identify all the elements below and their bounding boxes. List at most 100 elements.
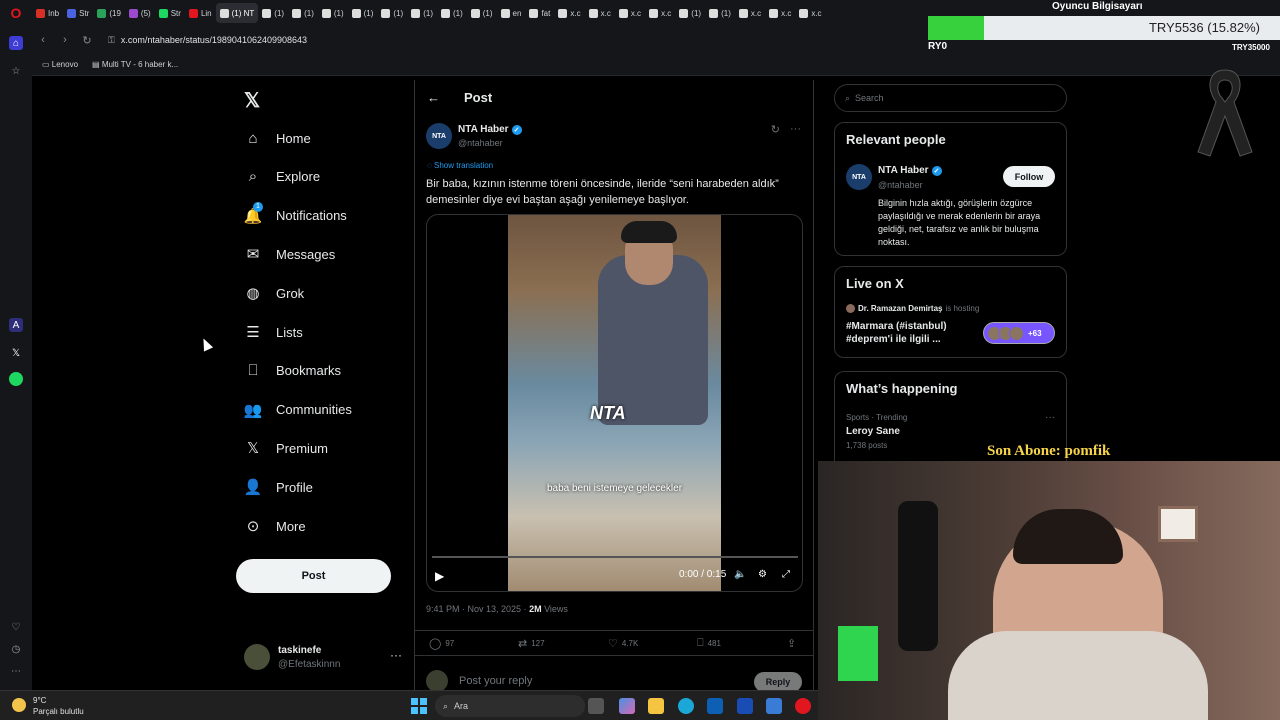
browser-tab[interactable]: Str bbox=[155, 3, 185, 23]
nav-item-more[interactable]: ⊙ More bbox=[244, 514, 306, 538]
back-arrow-icon[interactable]: ← bbox=[427, 90, 440, 105]
browser-tab[interactable]: x.c bbox=[615, 3, 645, 23]
nav-item-grok[interactable]: ◍ Grok bbox=[244, 281, 304, 305]
browser-tab[interactable]: (1) bbox=[348, 3, 378, 23]
weather-widget[interactable]: 9°C Parçalı bulutlu bbox=[12, 695, 84, 717]
nav-item-messages[interactable]: ✉ Messages bbox=[244, 242, 336, 266]
x-app-icon[interactable]: 𝕏 bbox=[9, 346, 23, 360]
heart-icon[interactable]: ♡ bbox=[9, 620, 23, 634]
opera-icon[interactable] bbox=[795, 698, 811, 714]
x-logo-icon[interactable]: 𝕏 bbox=[244, 88, 260, 113]
live-listeners[interactable]: +63 bbox=[983, 322, 1055, 344]
history-icon[interactable]: ◷ bbox=[9, 642, 23, 656]
play-icon[interactable]: ▶ bbox=[435, 569, 444, 583]
browser-tab[interactable]: (1) bbox=[288, 3, 318, 23]
nav-item-profile[interactable]: 👤 Profile bbox=[244, 475, 313, 499]
url-field[interactable]: ⚿ x.com/ntahaber/status/19890410624099086… bbox=[108, 35, 307, 46]
tab-label: (1) bbox=[482, 8, 493, 18]
browser-tab[interactable]: Inb bbox=[32, 3, 63, 23]
follow-button[interactable]: Follow bbox=[1003, 166, 1055, 187]
relevant-handle[interactable]: @ntahaber bbox=[878, 180, 923, 190]
home-icon[interactable]: ⌂ bbox=[9, 36, 23, 50]
browser-tab[interactable]: (1) bbox=[258, 3, 288, 23]
video-progress-bar[interactable] bbox=[432, 556, 798, 558]
relevant-name-row[interactable]: NTA Haber ✓ bbox=[878, 165, 942, 176]
task-view-icon[interactable] bbox=[588, 698, 604, 714]
search-input[interactable]: ⌕ Search bbox=[834, 84, 1067, 112]
lenovo-icon[interactable] bbox=[737, 698, 753, 714]
browser-tab[interactable]: (1) bbox=[407, 3, 437, 23]
repost-action[interactable]: ⇄ 127 bbox=[518, 637, 545, 650]
start-icon[interactable] bbox=[411, 698, 427, 714]
author-handle[interactable]: @ntahaber bbox=[458, 138, 503, 148]
nav-item-communities[interactable]: 👥 Communities bbox=[244, 398, 352, 422]
video-player[interactable]: NTA baba beni istemeye gelecekler ▶ 0:00… bbox=[426, 214, 803, 592]
trend-name[interactable]: Leroy Sane bbox=[846, 426, 900, 437]
forward-icon[interactable]: › bbox=[54, 34, 76, 46]
browser-tab[interactable]: x.c bbox=[645, 3, 675, 23]
browser-tab[interactable]: en bbox=[497, 3, 526, 23]
nav-item-premium[interactable]: 𝕏 Premium bbox=[244, 436, 328, 460]
more-dots-icon[interactable]: ··· bbox=[390, 648, 402, 662]
browser-tab[interactable]: x.c bbox=[585, 3, 615, 23]
back-icon[interactable]: ‹ bbox=[32, 34, 54, 46]
fullscreen-icon[interactable]: ⤢ bbox=[782, 569, 790, 580]
spotify-icon[interactable] bbox=[9, 372, 23, 386]
browser-tab[interactable]: x.c bbox=[735, 3, 765, 23]
reply-action[interactable]: ◯ 97 bbox=[429, 637, 454, 650]
browser-tab[interactable]: (1) bbox=[437, 3, 467, 23]
author-avatar[interactable]: NTA bbox=[426, 123, 452, 149]
video-frame[interactable]: NTA baba beni istemeye gelecekler bbox=[508, 215, 721, 591]
account-switcher[interactable]: taskinefe @Efetaskinnn ··· bbox=[244, 642, 404, 674]
like-action[interactable]: ♡ 4.7K bbox=[608, 637, 638, 650]
browser-tab[interactable]: x.c bbox=[765, 3, 795, 23]
star-icon[interactable]: ☆ bbox=[9, 64, 23, 78]
post-timestamp[interactable]: 9:41 PM · Nov 13, 2025 · bbox=[426, 604, 529, 614]
nav-item-label: Home bbox=[276, 130, 311, 146]
browser-tab[interactable]: x.c bbox=[795, 3, 825, 23]
bookmark-multitv[interactable]: ▤ Multi TV - 6 haber k... bbox=[92, 60, 178, 69]
browser-tab[interactable]: (1) bbox=[705, 3, 735, 23]
browser-tab[interactable]: Lin bbox=[185, 3, 216, 23]
author-name-row[interactable]: NTA Haber ✓ bbox=[458, 124, 522, 135]
browser-tab[interactable]: (5) bbox=[125, 3, 155, 23]
file-explorer-icon[interactable] bbox=[648, 698, 664, 714]
browser-tab[interactable]: x.c bbox=[554, 3, 584, 23]
nav-item-lists[interactable]: ☰ Lists bbox=[244, 320, 302, 344]
reply-input[interactable]: Post your reply bbox=[459, 675, 532, 687]
more-dots-icon[interactable]: ··· bbox=[790, 123, 801, 136]
browser-tab[interactable]: (1) NT bbox=[215, 3, 259, 23]
browser-tab[interactable]: (1) bbox=[318, 3, 348, 23]
relevant-avatar[interactable]: NTA bbox=[846, 164, 872, 190]
more-dots-icon[interactable]: ··· bbox=[1045, 412, 1055, 423]
aria-icon[interactable]: A bbox=[9, 318, 23, 332]
store-icon[interactable] bbox=[707, 698, 723, 714]
browser-tab[interactable]: fat bbox=[525, 3, 554, 23]
share-action[interactable]: ⇪ bbox=[787, 637, 796, 650]
bookmark-action[interactable]: ⎕ 481 bbox=[697, 637, 721, 650]
reload-icon[interactable]: ↻ bbox=[76, 34, 98, 47]
nav-item-explore[interactable]: ⌕ Explore bbox=[244, 165, 320, 189]
browser-tab[interactable]: (19 bbox=[93, 3, 125, 23]
volume-icon[interactable]: 🔈 bbox=[734, 569, 746, 580]
browser-tab[interactable]: Str bbox=[63, 3, 93, 23]
browser-tab[interactable]: (1) bbox=[467, 3, 497, 23]
reply-button[interactable]: Reply bbox=[754, 672, 802, 690]
copilot-icon[interactable] bbox=[619, 698, 635, 714]
settings-gear-icon[interactable]: ⚙ bbox=[758, 569, 767, 580]
nav-item-notifications[interactable]: 🔔 1 Notifications bbox=[244, 201, 347, 228]
browser-tab[interactable]: (1) bbox=[675, 3, 705, 23]
show-translation-link[interactable]: ◌ Show translation bbox=[427, 161, 493, 170]
grok-refresh-icon[interactable]: ↻ bbox=[771, 123, 780, 136]
bookmark-lenovo[interactable]: ▭ Lenovo bbox=[42, 60, 78, 69]
taskbar-search[interactable]: ⌕ Ara bbox=[435, 695, 585, 717]
nav-item-home[interactable]: ⌂ Home bbox=[244, 126, 311, 150]
outlook-icon[interactable] bbox=[766, 698, 782, 714]
opera-logo-icon[interactable]: O bbox=[0, 5, 32, 21]
nav-item-bookmarks[interactable]: ⎕ Bookmarks bbox=[244, 359, 341, 383]
live-on-x-card[interactable]: Live on X Dr. Ramazan Demirtaş is hostin… bbox=[834, 266, 1067, 358]
post-button[interactable]: Post bbox=[236, 559, 391, 593]
browser-tab[interactable]: (1) bbox=[377, 3, 407, 23]
more-icon[interactable]: ⋯ bbox=[9, 664, 23, 678]
edge-icon[interactable] bbox=[678, 698, 694, 714]
